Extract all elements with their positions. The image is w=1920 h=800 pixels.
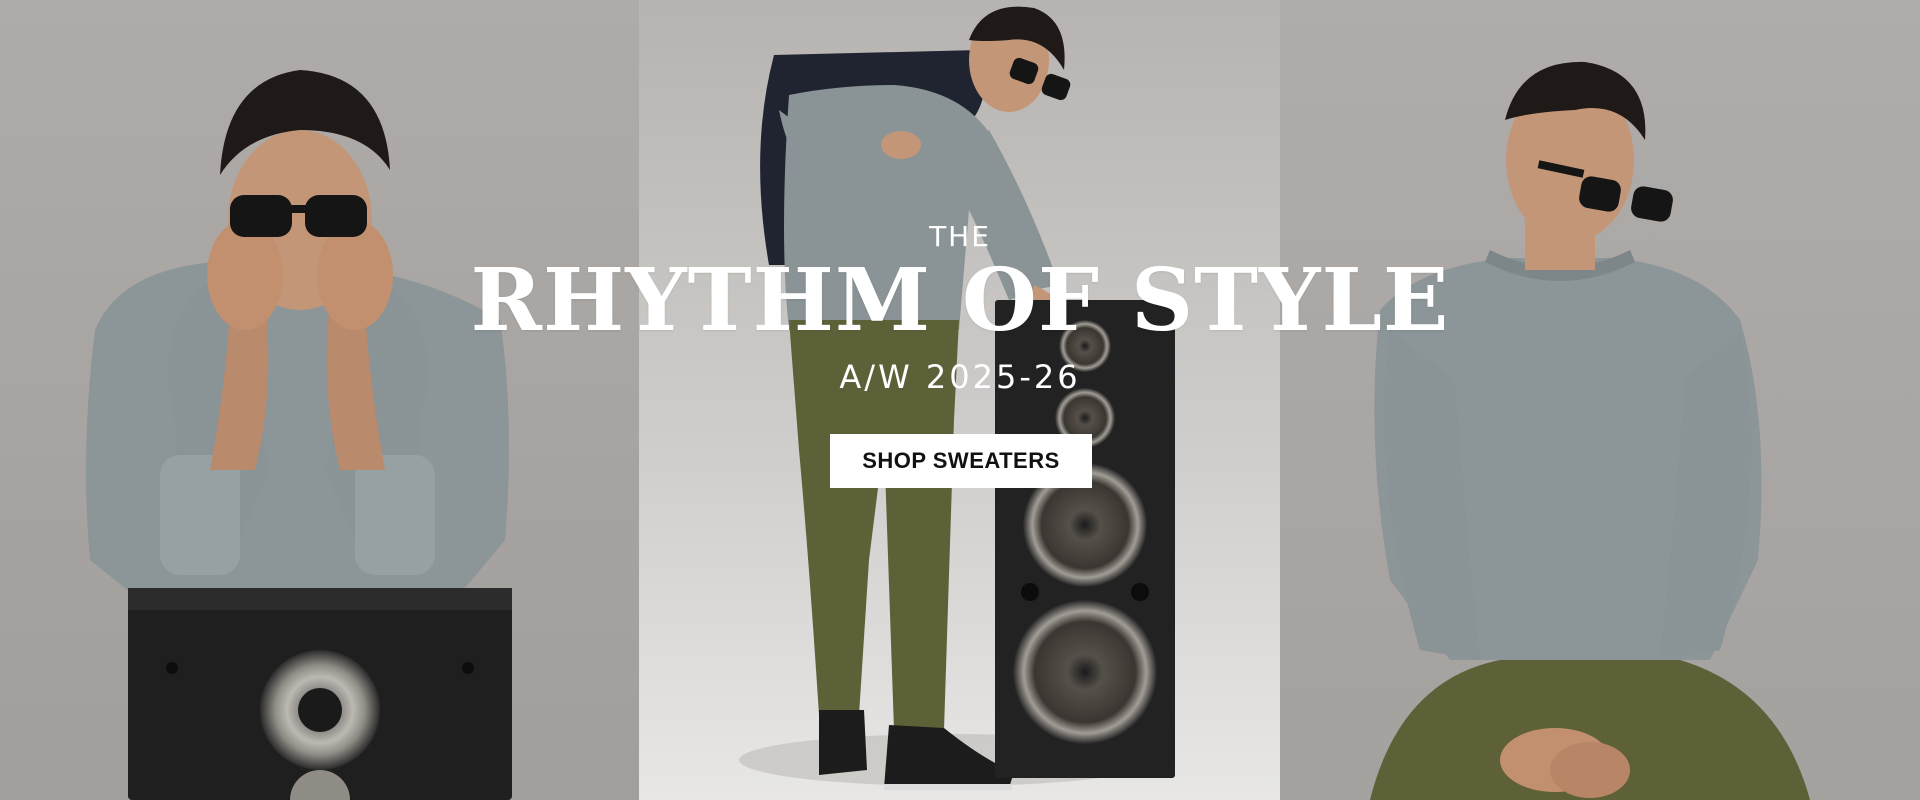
left-photo-panel [0, 0, 639, 800]
hero-banner[interactable]: THE RHYTHM OF STYLE A/W 2025-26 SHOP SWE… [0, 0, 1920, 800]
shop-sweaters-button[interactable]: SHOP SWEATERS [830, 434, 1092, 488]
left-model-image [0, 0, 639, 800]
right-model-image [1280, 0, 1920, 800]
center-photo-panel [639, 0, 1280, 800]
center-model-image [639, 0, 1280, 800]
right-photo-panel [1280, 0, 1920, 800]
